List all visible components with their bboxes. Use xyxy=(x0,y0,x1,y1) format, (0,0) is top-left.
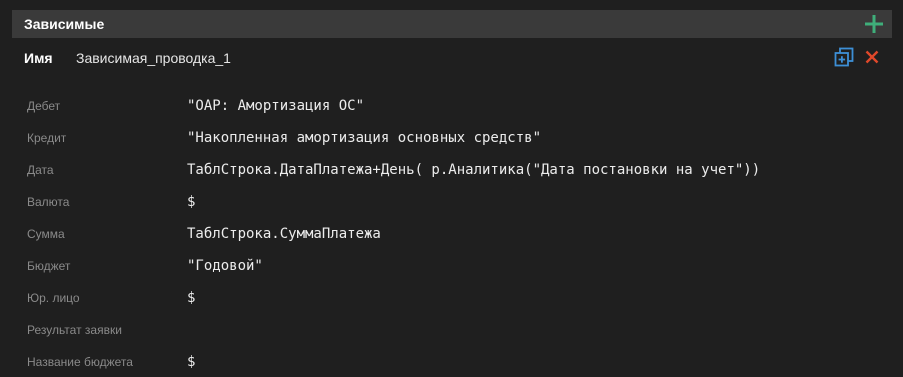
field-label: Дата xyxy=(27,163,54,177)
field-value[interactable]: ТаблСтрока.ДатаПлатежа+День( р.Аналитика… xyxy=(187,162,760,178)
field-value[interactable]: $ xyxy=(187,194,195,210)
field-row-credit: Кредит "Накопленная амортизация основных… xyxy=(0,122,903,154)
field-row-request-result: Результат заявки xyxy=(0,314,903,346)
field-row-date: Дата ТаблСтрока.ДатаПлатежа+День( р.Анал… xyxy=(0,154,903,186)
entry-name-value: Зависимая_проводка_1 xyxy=(76,50,231,66)
field-label: Бюджет xyxy=(27,259,71,273)
field-label: Результат заявки xyxy=(27,323,122,337)
field-label: Дебет xyxy=(27,99,61,113)
section-header: Зависимые xyxy=(12,10,892,38)
dependent-entries-panel: Зависимые Имя Зависимая_проводка_1 Дебет… xyxy=(0,0,903,377)
field-value[interactable]: $ xyxy=(187,354,195,370)
field-value[interactable]: "ОАР: Амортизация ОС" xyxy=(187,98,364,114)
plus-icon xyxy=(865,15,883,33)
section-title: Зависимые xyxy=(24,16,105,32)
field-label: Валюта xyxy=(27,195,70,209)
close-icon xyxy=(865,50,879,64)
field-value[interactable]: "Годовой" xyxy=(187,258,263,274)
field-label: Юр. лицо xyxy=(27,291,80,305)
field-value[interactable]: ТаблСтрока.СуммаПлатежа xyxy=(187,226,381,242)
field-label: Сумма xyxy=(27,227,65,241)
delete-button[interactable] xyxy=(861,46,883,68)
add-button[interactable] xyxy=(864,14,884,34)
field-row-budget-name: Название бюджета $ xyxy=(0,346,903,377)
name-label: Имя xyxy=(24,50,53,66)
field-row-legal-entity: Юр. лицо $ xyxy=(0,282,903,314)
field-row-currency: Валюта $ xyxy=(0,186,903,218)
entry-actions xyxy=(833,46,883,68)
field-row-debit: Дебет "ОАР: Амортизация ОС" xyxy=(0,90,903,122)
entry-name-row: Имя Зависимая_проводка_1 xyxy=(24,48,231,68)
duplicate-icon xyxy=(834,47,854,67)
field-row-budget: Бюджет "Годовой" xyxy=(0,250,903,282)
fields-list: Дебет "ОАР: Амортизация ОС" Кредит "Нако… xyxy=(0,90,903,377)
duplicate-button[interactable] xyxy=(833,46,855,68)
field-row-amount: Сумма ТаблСтрока.СуммаПлатежа xyxy=(0,218,903,250)
field-label: Название бюджета xyxy=(27,355,133,369)
field-value[interactable]: $ xyxy=(187,290,195,306)
field-value[interactable]: "Накопленная амортизация основных средст… xyxy=(187,130,541,146)
field-label: Кредит xyxy=(27,131,67,145)
